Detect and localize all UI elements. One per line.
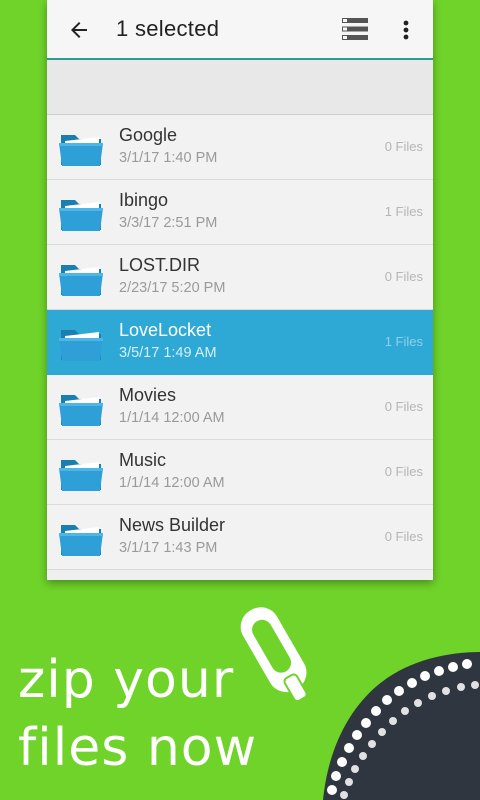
file-count: 0 Files — [384, 139, 423, 154]
file-name: LoveLocket — [119, 320, 212, 340]
promo-line-1: zip your — [18, 650, 235, 710]
folder-icon — [59, 525, 103, 556]
file-row[interactable]: Ibingo 3/3/17 2:51 PM 1 Files — [47, 180, 433, 245]
folder-icon — [59, 265, 103, 296]
page-title: 1 selected — [116, 16, 220, 41]
more-vert-icon — [403, 20, 409, 40]
arrow-left-icon — [71, 22, 87, 38]
file-name: Google — [119, 125, 178, 145]
file-name: Ibingo — [119, 190, 169, 210]
folder-icon — [59, 395, 103, 426]
file-date: 3/1/17 1:43 PM — [119, 540, 218, 556]
folder-icon — [59, 460, 103, 491]
file-date: 2/23/17 5:20 PM — [119, 280, 226, 296]
file-row[interactable]: Google 3/1/17 1:40 PM 0 Files — [47, 115, 433, 180]
file-count: 0 Files — [384, 464, 423, 479]
file-date: 1/1/14 12:00 AM — [119, 410, 225, 426]
app-bar: 1 selected — [47, 0, 433, 60]
file-date: 3/1/17 1:40 PM — [119, 150, 218, 166]
file-count: 1 Files — [384, 334, 423, 349]
file-manager-card: 1 selected Google 3/1/17 1:40 PM 0 Files Ib… — [47, 0, 433, 580]
promo-line-2: files now — [18, 718, 258, 778]
file-count: 0 Files — [384, 269, 423, 284]
file-count: 1 Files — [384, 204, 423, 219]
back-button[interactable] — [61, 12, 97, 48]
overflow-menu-button[interactable] — [392, 12, 420, 48]
file-date: 3/5/17 1:49 AM — [119, 345, 217, 361]
file-name: Movies — [119, 385, 177, 405]
file-list: Google 3/1/17 1:40 PM 0 Files Ibingo 3/3/17 … — [47, 115, 433, 570]
folder-icon — [59, 135, 103, 166]
view-toggle-button[interactable] — [337, 14, 373, 44]
folder-icon — [59, 200, 103, 231]
file-row[interactable]: LoveLocket 3/5/17 1:49 AM 1 Files — [47, 310, 433, 375]
file-row[interactable]: News Builder 3/1/17 1:43 PM 0 Files — [47, 505, 433, 570]
zipper-illustration — [237, 604, 480, 800]
file-row[interactable]: Music 1/1/14 12:00 AM 0 Files — [47, 440, 433, 505]
file-name: Music — [119, 450, 167, 470]
file-count: 0 Files — [384, 399, 423, 414]
file-name: LOST.DIR — [119, 255, 201, 275]
path-bar — [47, 60, 433, 115]
file-name: News Builder — [119, 515, 226, 535]
file-date: 1/1/14 12:00 AM — [119, 475, 225, 491]
file-count: 0 Files — [384, 529, 423, 544]
list-view-icon — [342, 18, 368, 40]
folder-icon — [59, 330, 103, 361]
file-row[interactable]: Movies 1/1/14 12:00 AM 0 Files — [47, 375, 433, 440]
file-row[interactable]: LOST.DIR 2/23/17 5:20 PM 0 Files — [47, 245, 433, 310]
file-date: 3/3/17 2:51 PM — [119, 215, 218, 231]
